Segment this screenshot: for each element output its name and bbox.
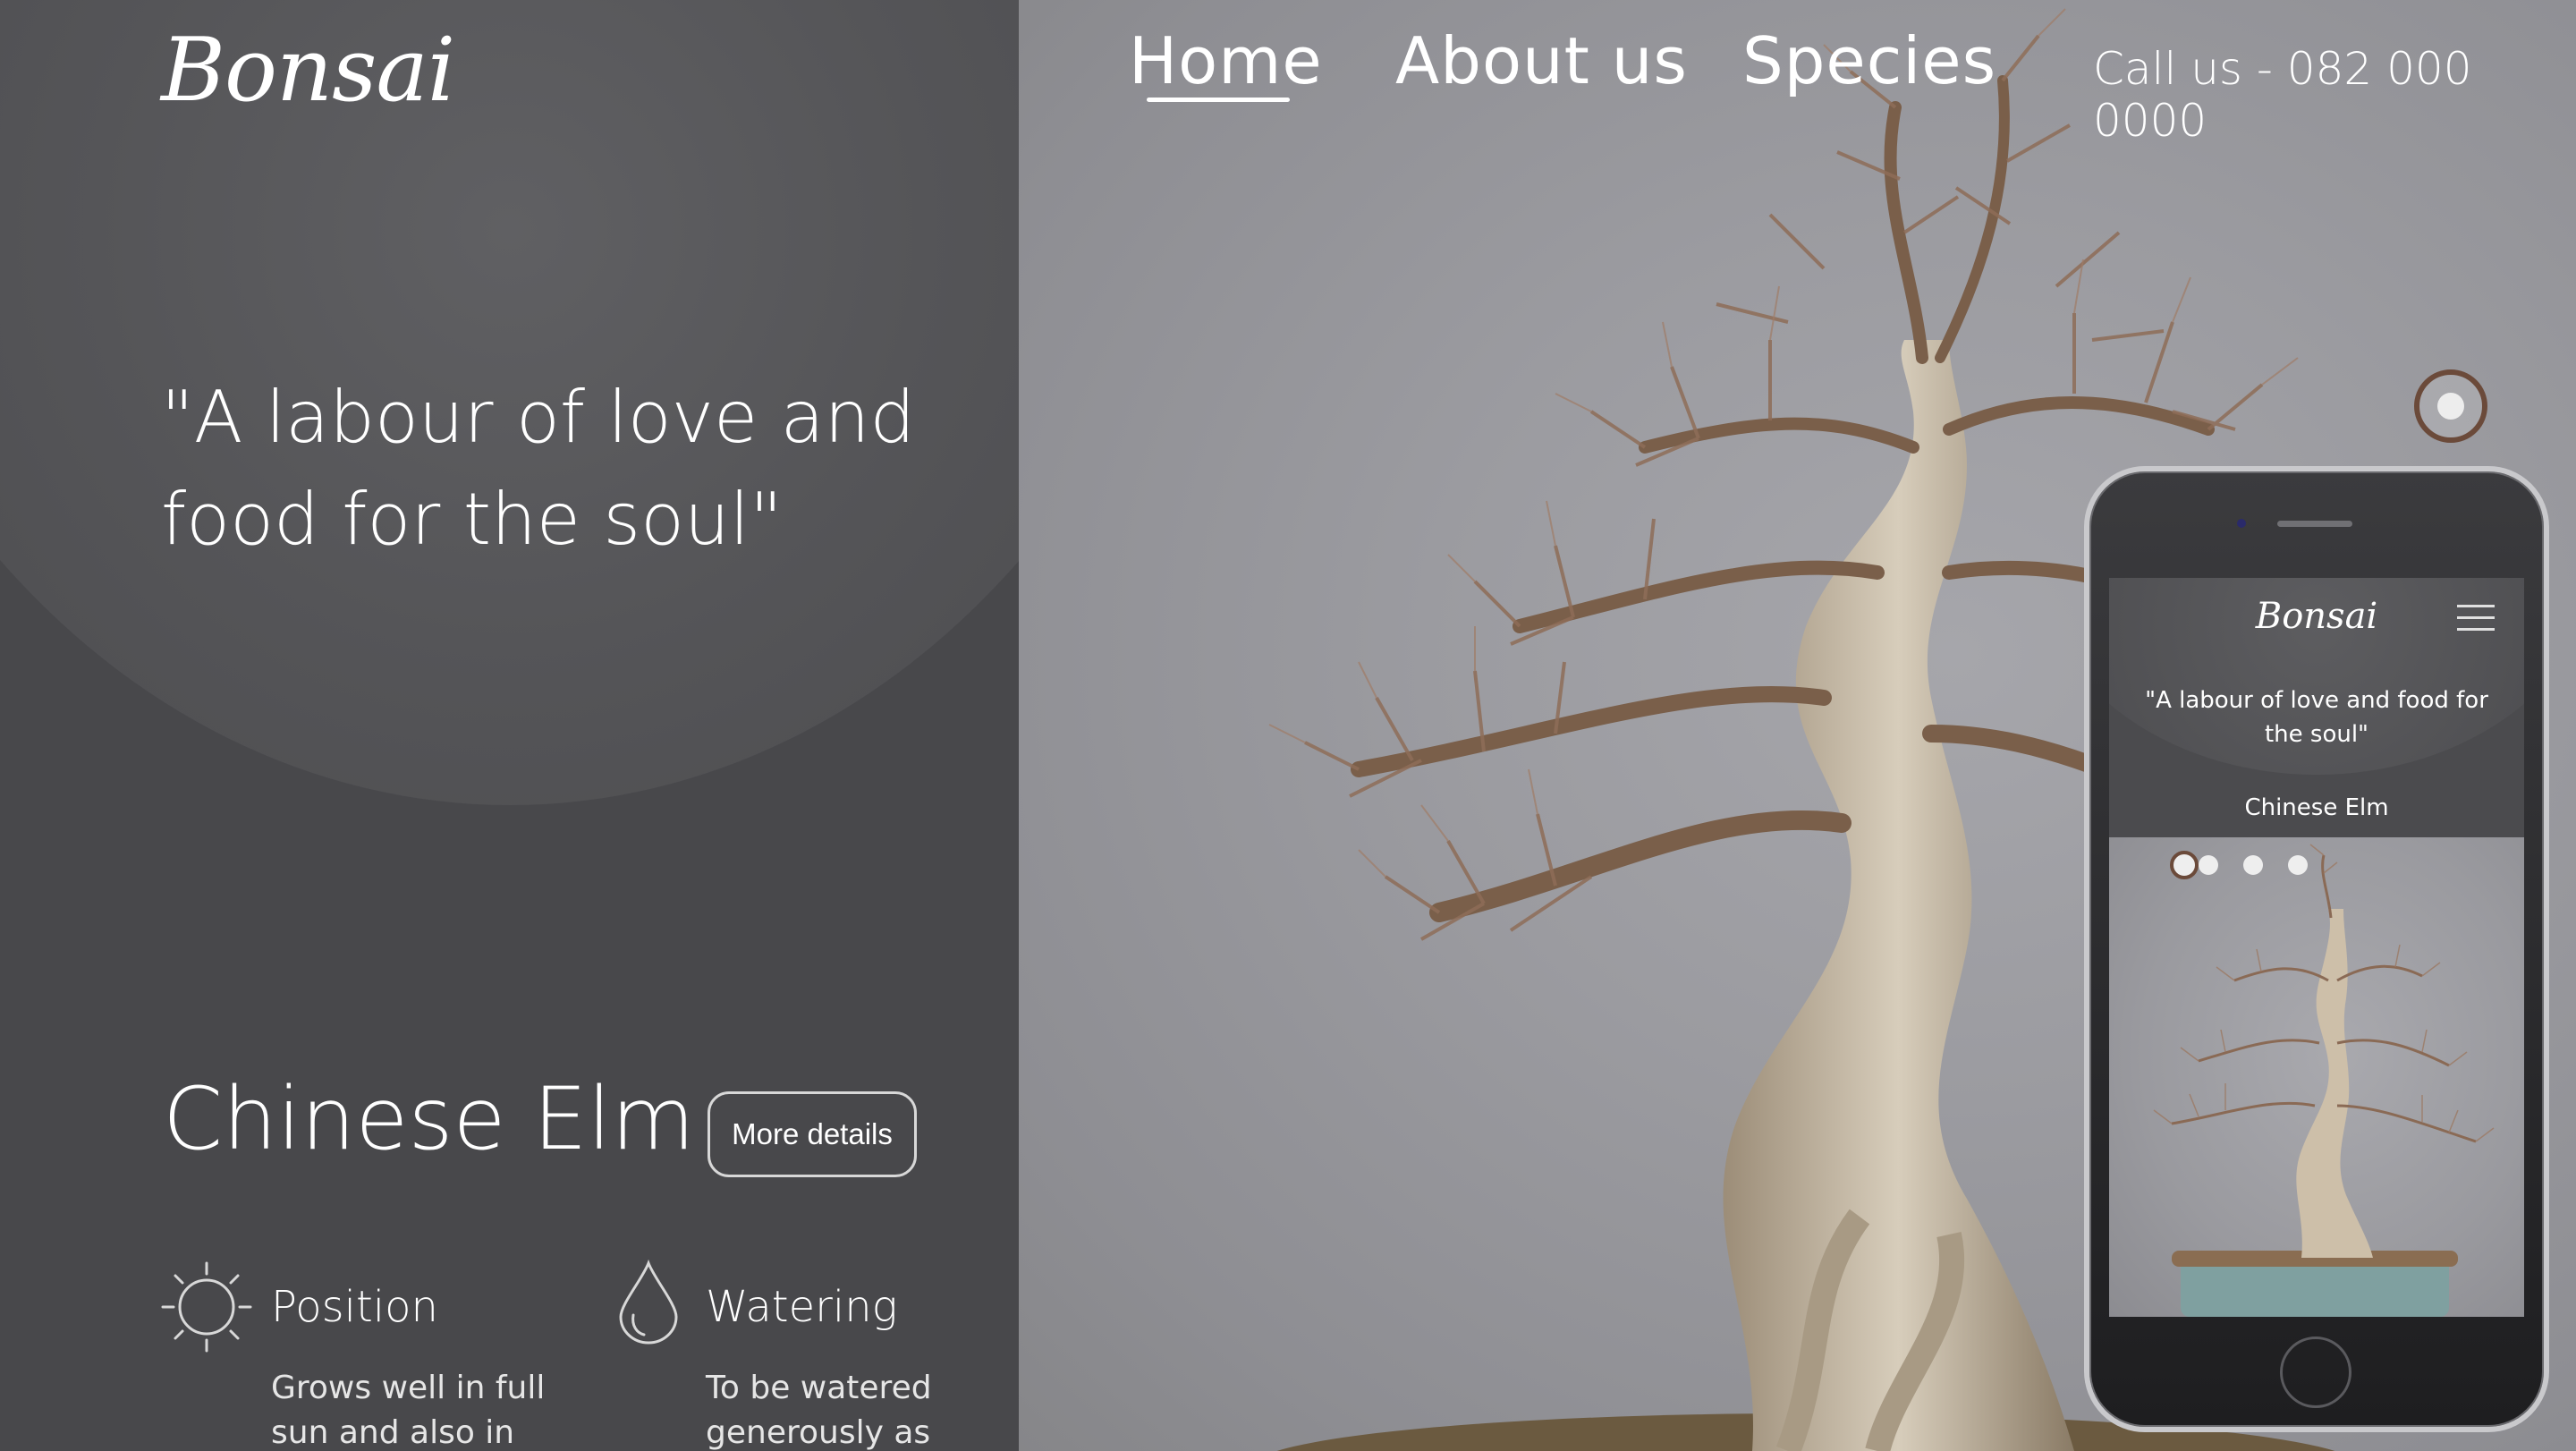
mobile-carousel-dot-1[interactable] [2170, 851, 2199, 879]
nav-home[interactable]: Home [1129, 23, 1323, 98]
call-us-link[interactable]: Call us - 082 000 0000 [2093, 43, 2576, 147]
nav-home-underline [1147, 98, 1290, 102]
mobile-carousel-dot-3[interactable] [2243, 855, 2263, 875]
more-details-button[interactable]: More details [708, 1091, 917, 1177]
phone-screen: Bonsai "A labour of love and food for th… [2109, 578, 2524, 1317]
phone-home-button[interactable] [2280, 1336, 2351, 1408]
water-drop-icon [617, 1259, 680, 1349]
brand-logo[interactable]: Bonsai [161, 20, 455, 122]
mobile-bonsai-photo [2109, 837, 2524, 1317]
mobile-bonsai-illustration [2153, 844, 2495, 1317]
mobile-carousel-dot-4[interactable] [2288, 855, 2308, 875]
phone-camera [2237, 519, 2246, 528]
hero-quote: "A labour of love and food for the soul" [161, 376, 916, 561]
mobile-species-title: Chinese Elm [2244, 794, 2389, 821]
carousel-dot-active[interactable] [2414, 369, 2487, 443]
sun-icon [161, 1261, 252, 1356]
hamburger-menu-icon[interactable] [2457, 605, 2495, 633]
feature-text-watering: To be watered generously as soon [706, 1370, 932, 1451]
species-title: Chinese Elm [163, 1069, 695, 1169]
nav-species[interactable]: Species [1742, 23, 1996, 98]
nav-about[interactable]: About us [1395, 23, 1688, 98]
mobile-carousel-dot-2[interactable] [2199, 855, 2218, 875]
feature-label-position: Position [271, 1282, 438, 1332]
mobile-quote: "A labour of love and food for the soul" [2145, 687, 2488, 748]
phone-speaker [2277, 521, 2352, 527]
hero-panel [0, 0, 1019, 1451]
feature-label-watering: Watering [706, 1282, 898, 1332]
feature-text-position: Grows well in full sun and also in parti… [271, 1370, 546, 1451]
